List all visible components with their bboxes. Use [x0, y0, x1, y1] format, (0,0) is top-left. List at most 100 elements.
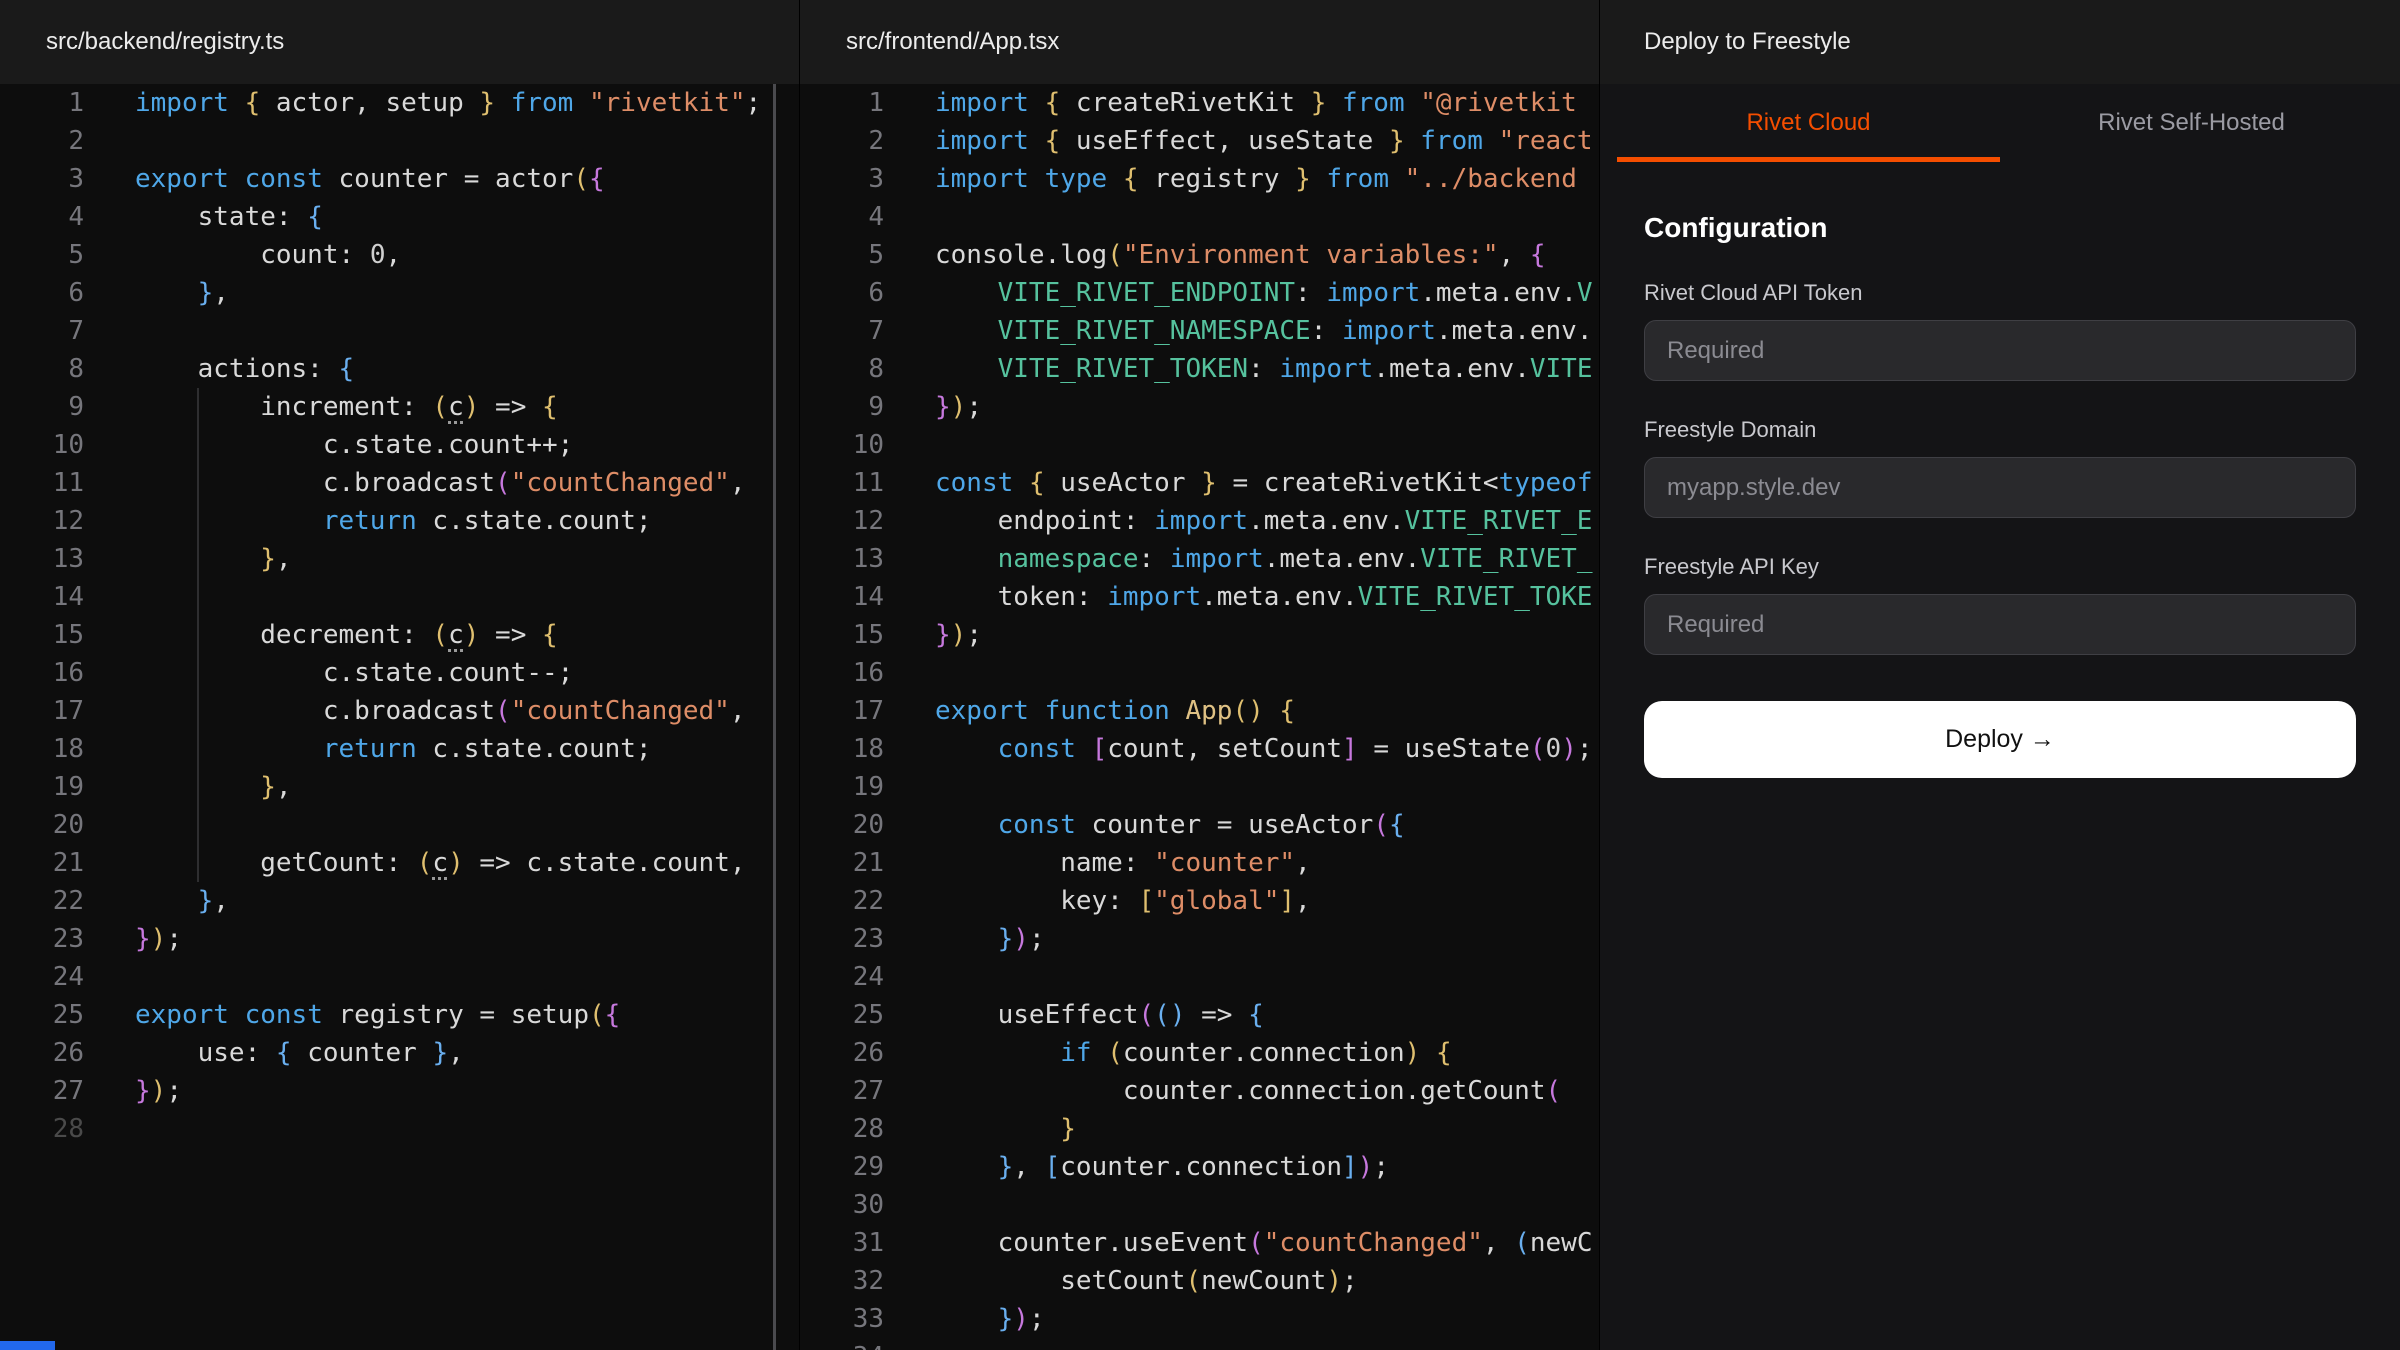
- code-token: {: [542, 620, 558, 650]
- code-token: (: [1373, 810, 1389, 840]
- code-token: :: [1295, 278, 1326, 308]
- code-token: (: [1139, 1000, 1155, 1030]
- code-token: ): [1013, 924, 1029, 954]
- code-token: :: [1248, 354, 1279, 384]
- code-line: 18 const [count, setCount] = useState(0)…: [800, 730, 1599, 768]
- code-token: c.state.count++;: [135, 430, 573, 460]
- code-token: c.state.count;: [417, 506, 652, 536]
- code-token: ): [1248, 696, 1264, 726]
- code-token: [935, 1038, 1060, 1068]
- code-line: 12 endpoint: import.meta.env.VITE_RIVET_…: [800, 502, 1599, 540]
- code-token: [495, 88, 511, 118]
- code-token: {: [339, 354, 355, 384]
- code-token: ,: [730, 696, 746, 726]
- code-token: import: [1342, 316, 1436, 346]
- code-token: [935, 1304, 998, 1334]
- code-line: 34: [800, 1338, 1599, 1350]
- code-token: "@rivetkit: [1420, 88, 1577, 118]
- code-line: 7: [0, 312, 799, 350]
- line-number: 7: [800, 312, 884, 350]
- code-token: c.broadcast: [135, 696, 495, 726]
- editor-panel-registry[interactable]: src/backend/registry.ts 1import { actor,…: [0, 0, 800, 1350]
- code-token: {: [1045, 126, 1061, 156]
- code-token: {: [1436, 1038, 1452, 1068]
- code-token: [935, 544, 998, 574]
- code-token: }: [935, 392, 951, 422]
- code-token: getCount:: [135, 848, 417, 878]
- line-number: 4: [800, 198, 884, 236]
- code-token: [1029, 126, 1045, 156]
- deploy-button[interactable]: Deploy →: [1644, 701, 2356, 778]
- code-line: 6 },: [0, 274, 799, 312]
- code-token: .meta.env.: [1248, 506, 1405, 536]
- code-line: 4 state: {: [0, 198, 799, 236]
- code-token: const: [245, 164, 323, 194]
- code-token: import: [935, 164, 1029, 194]
- code-token: endpoint:: [935, 506, 1154, 536]
- freestyle-domain-input[interactable]: [1644, 457, 2356, 518]
- code-token: (: [1248, 1228, 1264, 1258]
- line-number: 14: [800, 578, 884, 616]
- editor-panel-app[interactable]: src/frontend/App.tsx 1import { createRiv…: [800, 0, 1600, 1350]
- code-line: 31 counter.useEvent("countChanged", (new…: [800, 1224, 1599, 1262]
- freestyle-api-key-input[interactable]: [1644, 594, 2356, 655]
- code-token: counter.connection: [1123, 1038, 1405, 1068]
- code-line: 13 namespace: import.meta.env.VITE_RIVET…: [800, 540, 1599, 578]
- line-number: 27: [800, 1072, 884, 1110]
- code-token: ): [151, 924, 167, 954]
- scrollbar[interactable]: [773, 84, 776, 1350]
- code-token: =>: [479, 392, 542, 422]
- code-token: [1029, 88, 1045, 118]
- code-token: counter.connection.getCount: [935, 1076, 1545, 1106]
- line-number: 5: [800, 236, 884, 274]
- code-token: = createRivetKit<: [1217, 468, 1499, 498]
- code-token: ;: [1029, 1304, 1045, 1334]
- code-token: ,: [276, 772, 292, 802]
- code-token: counter = actor: [323, 164, 573, 194]
- code-line: 16: [800, 654, 1599, 692]
- code-token: "../backend: [1405, 164, 1577, 194]
- code-token: }: [260, 544, 276, 574]
- code-line: 30: [800, 1186, 1599, 1224]
- code-line: 19: [800, 768, 1599, 806]
- code-token: "countChanged": [1264, 1228, 1483, 1258]
- code-token: [1405, 126, 1421, 156]
- code-token: increment:: [135, 392, 432, 422]
- rivet-cloud-api-token-input[interactable]: [1644, 320, 2356, 381]
- code-token: ): [951, 392, 967, 422]
- code-token: {: [245, 88, 261, 118]
- code-token: = useState: [1358, 734, 1530, 764]
- code-line: 26 if (counter.connection) {: [800, 1034, 1599, 1072]
- line-number: 1: [0, 84, 84, 122]
- code-line: 18 return c.state.count;: [0, 730, 799, 768]
- line-number: 28: [0, 1110, 84, 1148]
- code-token: [1389, 164, 1405, 194]
- code-token: }: [1201, 468, 1217, 498]
- code-token: counter.connection: [1060, 1152, 1342, 1182]
- code-line: 4: [800, 198, 1599, 236]
- code-token: [: [1092, 734, 1108, 764]
- code-token: [229, 88, 245, 118]
- code-token: ]: [1279, 886, 1295, 916]
- code-token: import: [1279, 354, 1373, 384]
- tab-rivet-cloud[interactable]: Rivet Cloud: [1617, 84, 2000, 162]
- tab-rivet-self-hosted[interactable]: Rivet Self-Hosted: [2000, 84, 2383, 162]
- deploy-form: Configuration Rivet Cloud API Token Free…: [1600, 212, 2400, 778]
- line-number: 25: [0, 996, 84, 1034]
- code-token: ): [448, 848, 464, 878]
- code-token: [135, 886, 198, 916]
- line-number: 7: [0, 312, 84, 350]
- code-token: c.state.count--;: [135, 658, 573, 688]
- line-number: 21: [0, 844, 84, 882]
- line-number: 26: [800, 1034, 884, 1072]
- code-token: .meta.env.: [1201, 582, 1358, 612]
- code-token: :: [1311, 316, 1342, 346]
- code-editor-registry[interactable]: 1import { actor, setup } from "rivetkit"…: [0, 84, 799, 1148]
- code-editor-app[interactable]: 1import { createRivetKit } from "@rivetk…: [800, 84, 1599, 1350]
- code-token: ]: [1342, 734, 1358, 764]
- code-token: import: [1107, 582, 1201, 612]
- code-token: token:: [935, 582, 1107, 612]
- code-token: ;: [1029, 924, 1045, 954]
- code-token: (: [417, 848, 433, 878]
- code-token: VITE_RIVET_E: [1405, 506, 1593, 536]
